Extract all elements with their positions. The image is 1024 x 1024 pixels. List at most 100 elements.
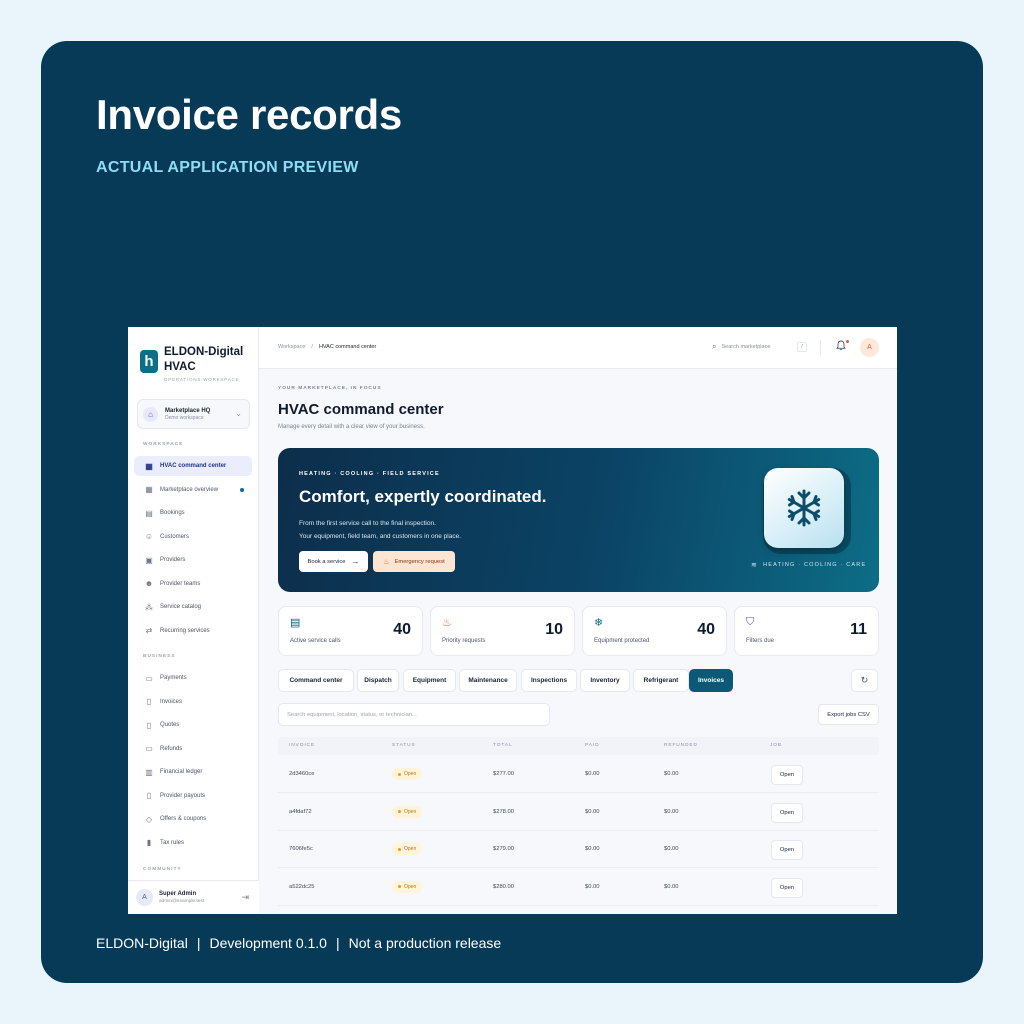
- account-avatar[interactable]: A: [860, 338, 879, 357]
- column-header: JOB: [770, 743, 783, 748]
- tab-invoices[interactable]: Invoices: [689, 669, 733, 692]
- logout-icon[interactable]: ⇥: [241, 892, 249, 903]
- stat-value: 10: [545, 621, 563, 638]
- grid-icon: ▦: [145, 485, 153, 494]
- table-search-input[interactable]: [278, 703, 550, 726]
- open-job-button[interactable]: Open: [771, 877, 803, 898]
- sidebar-item-hvac-command-center[interactable]: ▦ HVAC command center: [134, 456, 252, 476]
- cell-paid: $0.00: [585, 771, 600, 777]
- tab-inspections[interactable]: Inspections: [521, 669, 577, 692]
- sidebar-item-provider-payouts[interactable]: ▯ Provider payouts: [134, 786, 252, 806]
- user-profile[interactable]: A Super Admin admin@example.test ⇥: [128, 880, 259, 914]
- sidebar-item-bookings[interactable]: ▤ Bookings: [134, 503, 252, 523]
- sidebar-item-provider-teams[interactable]: ☻ Provider teams: [134, 574, 252, 594]
- brand[interactable]: h ELDON-Digital HVAC OPERATIONS WORKSPAC…: [140, 345, 243, 382]
- emergency-request-label: Emergency request: [394, 558, 445, 565]
- topbar: Workspace / HVAC command center ⌕ Search m…: [259, 327, 897, 369]
- briefcase-icon: ▣: [145, 555, 153, 565]
- arrow-right-icon: →: [351, 557, 360, 566]
- sidebar-item-invoices[interactable]: ▯ Invoices: [134, 692, 252, 712]
- grid-icon: ▦: [145, 461, 153, 471]
- user-avatar: A: [136, 889, 153, 906]
- emergency-request-button[interactable]: ♨ Emergency request: [373, 551, 455, 572]
- open-job-button[interactable]: Open: [771, 765, 803, 785]
- hero-banner: HEATING · COOLING · FIELD SERVICE Comfor…: [278, 448, 879, 592]
- stat-card: ▤ Active service calls 40: [278, 606, 423, 656]
- sidebar-item-offers-coupons[interactable]: ◇ Offers & coupons: [134, 809, 252, 829]
- brand-subtitle: OPERATIONS WORKSPACE: [164, 377, 240, 382]
- brand-name-line1: ELDON-Digital: [164, 346, 244, 358]
- sidebar-item-label: Offers & coupons: [160, 816, 207, 822]
- tab-inventory[interactable]: Inventory: [580, 669, 630, 692]
- section-label-business: BUSINESS: [143, 654, 176, 659]
- tab-maintenance[interactable]: Maintenance: [459, 669, 517, 692]
- calendar-icon: ▤: [145, 508, 153, 518]
- footer: ELDON-Digital | Development 0.1.0 | Not a pr…: [96, 935, 502, 951]
- sidebar-item-customers[interactable]: ☺ Customers: [134, 527, 252, 547]
- footer-note: Not a production release: [348, 935, 502, 951]
- marketplace-search-placeholder: Search marketplace: [721, 344, 771, 350]
- bell-icon[interactable]: [836, 340, 846, 354]
- tab-command-center[interactable]: Command center: [278, 669, 354, 692]
- sidebar-item-marketplace-overview[interactable]: ▦ Marketplace overview: [134, 480, 252, 500]
- cell-refunded: $0.00: [664, 808, 679, 815]
- workspace-name: Marketplace HQ: [165, 407, 211, 414]
- open-job-button[interactable]: Open: [771, 802, 803, 823]
- sidebar-item-label: HVAC command center: [160, 463, 227, 469]
- calendar-icon: ▤: [290, 617, 301, 629]
- book-service-button[interactable]: Book a service →: [299, 551, 368, 572]
- refresh-button[interactable]: ↻: [851, 669, 878, 692]
- sidebar-item-tax-rules[interactable]: ▮ Tax rules: [134, 833, 252, 853]
- sidebar-item-label: Providers: [160, 557, 186, 563]
- banner-tagline: ≋ HEATING · COOLING · CARE: [751, 561, 866, 569]
- export-csv-button[interactable]: Export jobs CSV: [818, 704, 879, 725]
- stat-label: Filters due: [746, 638, 775, 644]
- footer-version: Development 0.1.0: [209, 935, 327, 951]
- book-service-label: Book a service: [307, 558, 346, 565]
- marketplace-search[interactable]: ⌕ Search marketplace: [712, 342, 770, 352]
- workspace-switcher[interactable]: ⌂ Marketplace HQ Demo workspace ⌄: [137, 399, 250, 429]
- main-content: Workspace / HVAC command center ⌕ Search m…: [259, 327, 897, 914]
- shield-icon: ⛉: [746, 616, 755, 628]
- tag-icon: ◇: [145, 814, 153, 824]
- stat-card: ⛉ Filters due 11: [734, 606, 879, 656]
- cell-total: $277.00: [493, 771, 514, 777]
- cell-total: $279.00: [493, 846, 514, 852]
- user-email: admin@example.test: [159, 899, 205, 904]
- chevron-down-icon: ⌄: [235, 409, 242, 418]
- sidebar-item-label: Provider payouts: [160, 792, 206, 799]
- status-badge: Open: [392, 768, 423, 780]
- sidebar-item-quotes[interactable]: ▯ Quotes: [134, 715, 252, 735]
- breadcrumb-root[interactable]: Workspace: [278, 344, 305, 350]
- sidebar-item-label: Provider teams: [160, 580, 201, 587]
- sidebar-item-recurring-services[interactable]: ⇄ Recurring services: [134, 621, 252, 641]
- stat-label: Equipment protected: [594, 638, 650, 644]
- cell-invoice: 2d3460ce: [289, 771, 315, 777]
- sidebar-item-refunds[interactable]: ▭ Refunds: [134, 739, 252, 759]
- user-name: Super Admin: [159, 891, 197, 897]
- sidebar-item-financial-ledger[interactable]: ▥ Financial ledger: [134, 762, 252, 782]
- sidebar-item-providers[interactable]: ▣ Providers: [134, 550, 252, 570]
- status-badge: Open: [392, 880, 423, 893]
- brand-logo-icon: h: [140, 350, 158, 373]
- sidebar-item-service-catalog[interactable]: ⁂ Service catalog: [134, 597, 252, 617]
- column-header: STATUS: [392, 743, 416, 748]
- snowflake-icon: [787, 489, 821, 527]
- workspace-sub: Demo workspace: [165, 414, 204, 421]
- refresh-icon: ↻: [860, 675, 869, 685]
- cell-total: $280.00: [493, 883, 514, 890]
- sidebar-item-label: Quotes: [160, 722, 180, 728]
- open-job-button[interactable]: Open: [771, 840, 803, 860]
- stat-label: Active service calls: [290, 638, 341, 644]
- sidebar-item-payments[interactable]: ▭ Payments: [134, 668, 252, 688]
- tab-dispatch[interactable]: Dispatch: [357, 669, 399, 692]
- page-description: Manage every detail with a clear view of…: [278, 424, 425, 430]
- banner-title: Comfort, expertly coordinated.: [299, 487, 547, 506]
- breadcrumb: Workspace / HVAC command center: [278, 344, 377, 350]
- sidebar-item-label: Invoices: [160, 698, 183, 705]
- sidebar-item-label: Recurring services: [160, 627, 210, 634]
- tab-equipment[interactable]: Equipment: [403, 669, 456, 692]
- stat-value: 40: [697, 621, 715, 638]
- tab-refrigerant[interactable]: Refrigerant: [633, 669, 689, 692]
- table-row: a522dc25 $280.00 $0.00 $0.00 Open Open: [278, 869, 879, 906]
